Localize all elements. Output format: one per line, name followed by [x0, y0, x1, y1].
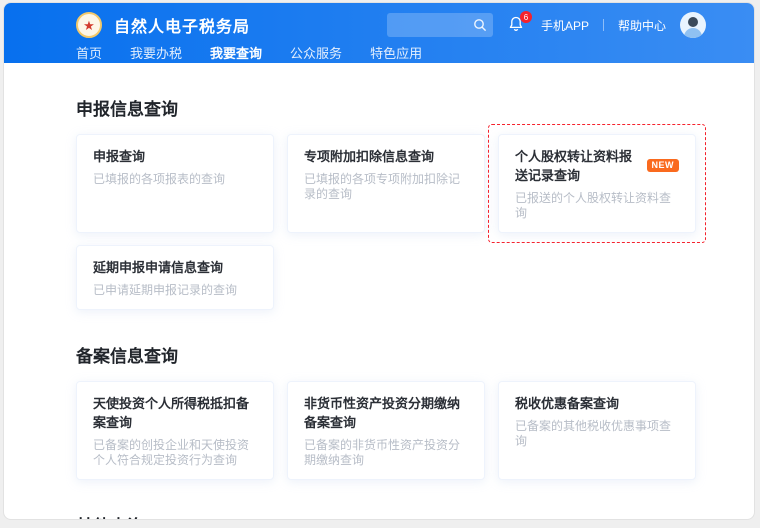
avatar-body [684, 28, 702, 38]
app-window: ★ 自然人电子税务局 6 手机APP [3, 2, 755, 520]
main-content: 申报信息查询申报查询已填报的各项报表的查询专项附加扣除信息查询已填报的各项专项附… [4, 95, 754, 520]
card-title: 延期申报申请信息查询 [93, 257, 223, 276]
card-description: 已报送的个人股权转让资料查询 [515, 191, 679, 221]
app-title: 自然人电子税务局 [114, 13, 250, 37]
card-description: 已填报的各项报表的查询 [93, 172, 257, 187]
nav-tab-1[interactable]: 我要办税 [130, 43, 182, 70]
card-description: 已备案的创投企业和天使投资个人符合规定投资行为查询 [93, 438, 257, 468]
header-right: 6 手机APP 帮助中心 [387, 12, 706, 38]
highlight-outline: 个人股权转让资料报送记录查询 NEW 已报送的个人股权转让资料查询 [488, 124, 706, 243]
nav-tab-2[interactable]: 我要查询 [210, 43, 262, 70]
query-card[interactable]: 个人股权转让资料报送记录查询 NEW 已报送的个人股权转让资料查询 [498, 134, 696, 233]
user-avatar[interactable] [680, 12, 706, 38]
section-title: 备案信息查询 [76, 342, 696, 367]
header: ★ 自然人电子税务局 6 手机APP [4, 3, 754, 63]
query-card[interactable]: 非货币性资产投资分期缴纳备案查询已备案的非货币性资产投资分期缴纳查询 [287, 381, 485, 480]
main-nav: 首页 我要办税 我要查询 公众服务 特色应用 [4, 43, 754, 67]
search-icon[interactable] [473, 18, 487, 32]
tax-emblem-icon[interactable]: ★ [76, 12, 102, 38]
notification-bell[interactable]: 6 [507, 15, 527, 35]
section-title: 申报信息查询 [76, 95, 696, 120]
card-description: 已备案的非货币性资产投资分期缴纳查询 [304, 438, 468, 468]
new-badge: NEW [647, 159, 680, 172]
query-card[interactable]: 延期申报申请信息查询已申请延期申报记录的查询 [76, 245, 274, 310]
avatar-head [688, 17, 698, 27]
notification-count-badge: 6 [520, 11, 532, 23]
card-title: 税收优惠备案查询 [515, 393, 619, 412]
section-title: 其他查询 [76, 512, 696, 520]
header-top-row: ★ 自然人电子税务局 6 手机APP [4, 3, 754, 43]
card-description: 已备案的其他税收优惠事项查询 [515, 419, 679, 449]
nav-tab-4[interactable]: 特色应用 [370, 43, 422, 70]
search-input[interactable] [395, 17, 473, 33]
card-title: 非货币性资产投资分期缴纳备案查询 [304, 393, 468, 431]
query-card[interactable]: 税收优惠备案查询已备案的其他税收优惠事项查询 [498, 381, 696, 480]
card-grid: 天使投资个人所得税抵扣备案查询已备案的创投企业和天使投资个人符合规定投资行为查询… [76, 381, 696, 480]
query-card[interactable]: 专项附加扣除信息查询已填报的各项专项附加扣除记录的查询 [287, 134, 485, 233]
help-center-link[interactable]: 帮助中心 [618, 17, 666, 34]
card-grid: 申报查询已填报的各项报表的查询专项附加扣除信息查询已填报的各项专项附加扣除记录的… [76, 134, 696, 310]
card-title: 天使投资个人所得税抵扣备案查询 [93, 393, 257, 431]
query-card[interactable]: 申报查询已填报的各项报表的查询 [76, 134, 274, 233]
query-card[interactable]: 天使投资个人所得税抵扣备案查询已备案的创投企业和天使投资个人符合规定投资行为查询 [76, 381, 274, 480]
card-description: 已填报的各项专项附加扣除记录的查询 [304, 172, 468, 202]
mobile-app-link[interactable]: 手机APP [541, 17, 589, 34]
nav-tab-3[interactable]: 公众服务 [290, 43, 342, 70]
header-divider [603, 19, 604, 31]
card-title: 申报查询 [93, 146, 145, 165]
card-title: 个人股权转让资料报送记录查询 [515, 146, 639, 184]
search-box[interactable] [387, 13, 493, 37]
card-description: 已申请延期申报记录的查询 [93, 283, 257, 298]
nav-tab-0[interactable]: 首页 [76, 43, 102, 70]
card-title: 专项附加扣除信息查询 [304, 146, 434, 165]
